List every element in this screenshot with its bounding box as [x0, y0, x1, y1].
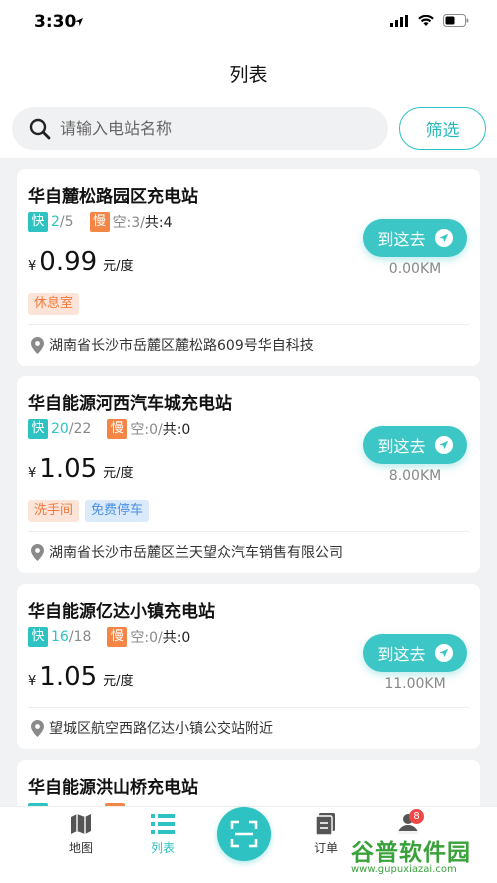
amenity-tag: 免费停车 [85, 500, 150, 522]
battery-icon [443, 14, 469, 27]
location-pin-icon [31, 719, 44, 737]
tab-map-label: 地图 [68, 841, 93, 855]
tab-map[interactable]: 地图 [51, 813, 111, 856]
slow-total: 共:4 [144, 215, 173, 231]
distance: 0.00KM [388, 261, 442, 277]
address: 望城区航空西路亿达小镇公交站附近 [31, 718, 273, 738]
station-name: 华自能源洪山桥充电站 [28, 778, 198, 798]
navigation-icon [434, 229, 453, 247]
currency-symbol: ¥ [28, 674, 37, 689]
search-box[interactable] [12, 107, 388, 150]
navigate-button[interactable]: 到这去 [363, 426, 467, 464]
price-value: 1.05 [39, 454, 98, 484]
station-name: 华自能源河西汽车城充电站 [28, 394, 232, 414]
filter-button[interactable]: 筛选 [399, 107, 486, 150]
price-value: 0.99 [39, 247, 98, 277]
station-card[interactable]: 华自能源河西汽车城充电站 快 20/22 慢 空:0/共:0 ¥ 1.05 元/… [17, 376, 480, 573]
scan-button[interactable] [217, 807, 271, 861]
currency-symbol: ¥ [28, 259, 37, 274]
slow-available: 空:0/ [130, 422, 163, 438]
navigate-button[interactable]: 到这去 [363, 634, 467, 672]
navigate-label: 到这去 [377, 230, 426, 249]
watermark-url: www.gupuxiazai.com [351, 864, 457, 875]
tab-list-label: 列表 [150, 841, 175, 855]
charger-counts: 快 2/5 慢 空:3/共:4 [28, 212, 173, 232]
fast-available: 20 [51, 421, 69, 437]
address: 湖南省长沙市岳麓区兰天望众汽车销售有限公司 [31, 542, 343, 562]
price-value: 1.05 [39, 662, 98, 692]
list-icon [151, 814, 175, 834]
signal-icon [390, 14, 408, 27]
amenity-tags: 洗手间 免费停车 [28, 500, 150, 522]
price: ¥ 1.05 元/度 [28, 662, 134, 692]
price-unit: 元/度 [103, 466, 134, 481]
slow-total: 共:0 [162, 422, 191, 438]
notification-badge: 8 [409, 809, 424, 824]
navigate-label: 到这去 [377, 437, 426, 456]
fast-total: 22 [73, 421, 92, 437]
station-card[interactable]: 华自麓松路园区充电站 快 2/5 慢 空:3/共:4 ¥ 0.99 元/度 到这… [17, 169, 480, 366]
header: 列表 筛选 [0, 48, 497, 158]
slow-available: 空:0/ [130, 630, 163, 646]
fast-available: 2 [51, 214, 60, 230]
watermark: 谷普软件园 www.gupuxiazai.com [345, 831, 497, 883]
divider [28, 531, 469, 532]
orders-icon [315, 813, 335, 835]
amenity-tag: 洗手间 [28, 500, 80, 522]
price: ¥ 0.99 元/度 [28, 247, 134, 277]
amenity-tags: 休息室 [28, 293, 80, 315]
slow-tag: 慢 [89, 212, 110, 232]
search-icon [29, 118, 51, 140]
price-unit: 元/度 [103, 259, 134, 274]
address: 湖南省长沙市岳麓区麓松路609号华自科技 [31, 335, 314, 355]
price: ¥ 1.05 元/度 [28, 454, 134, 484]
tab-orders-label: 订单 [313, 841, 338, 855]
station-name: 华自麓松路园区充电站 [28, 187, 198, 207]
address-text: 湖南省长沙市岳麓区麓松路609号华自科技 [49, 338, 314, 354]
navigate-label: 到这去 [377, 645, 426, 664]
navigate-button[interactable]: 到这去 [363, 219, 467, 257]
status-indicators [390, 14, 469, 27]
divider [28, 324, 469, 325]
status-bar: 3:30 [0, 0, 497, 48]
fast-total: 18 [73, 629, 92, 645]
fast-total: 5 [64, 214, 74, 230]
divider [28, 707, 469, 708]
fast-tag: 快 [28, 419, 48, 439]
address-text: 望城区航空西路亿达小镇公交站附近 [49, 721, 273, 737]
distance: 8.00KM [388, 468, 442, 484]
location-pin-icon [31, 336, 44, 354]
tab-list[interactable]: 列表 [133, 813, 193, 856]
amenity-tag: 休息室 [28, 293, 80, 315]
charger-counts: 快 16/18 慢 空:0/共:0 [28, 627, 190, 647]
navigation-icon [434, 436, 453, 454]
fast-available: 16 [51, 629, 69, 645]
slow-total: 共:0 [162, 630, 191, 646]
address-text: 湖南省长沙市岳麓区兰天望众汽车销售有限公司 [49, 545, 343, 561]
station-card[interactable]: 华自能源亿达小镇充电站 快 16/18 慢 空:0/共:0 ¥ 1.05 元/度… [17, 584, 480, 749]
price-unit: 元/度 [103, 674, 134, 689]
charger-counts: 快 20/22 慢 空:0/共:0 [28, 419, 190, 439]
page-title: 列表 [229, 64, 268, 86]
station-name: 华自能源亿达小镇充电站 [28, 602, 215, 622]
scan-icon [230, 820, 258, 848]
distance: 11.00KM [384, 676, 446, 692]
watermark-title: 谷普软件园 [351, 840, 471, 866]
search-input[interactable] [60, 107, 370, 150]
location-arrow-icon [75, 18, 83, 26]
location-pin-icon [31, 543, 44, 561]
wifi-icon [418, 14, 434, 26]
slow-available: 空:3/ [112, 215, 145, 231]
navigation-icon [434, 644, 453, 662]
status-time: 3:30 [34, 12, 77, 32]
map-icon [71, 814, 91, 834]
fast-tag: 快 [28, 212, 48, 232]
slow-tag: 慢 [107, 419, 128, 439]
currency-symbol: ¥ [28, 466, 37, 481]
fast-tag: 快 [28, 627, 48, 647]
slow-tag: 慢 [107, 627, 128, 647]
